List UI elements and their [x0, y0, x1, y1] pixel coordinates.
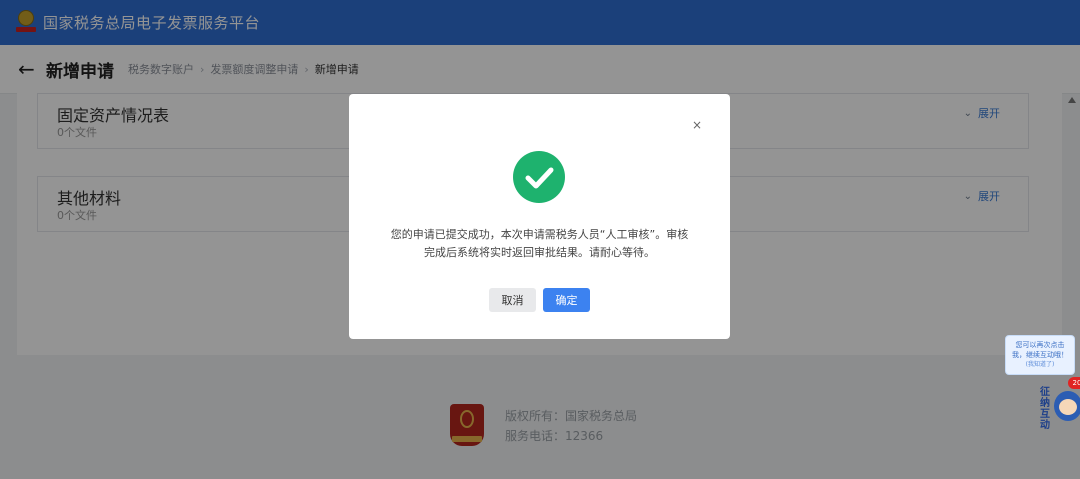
success-dialog: × 您的申请已提交成功，本次申请需税务人员“人工审核”。审核完成后系统将实时返回…: [349, 94, 730, 339]
confirm-button[interactable]: 确定: [543, 288, 590, 312]
close-icon[interactable]: ×: [692, 118, 702, 132]
notification-badge: 20: [1068, 377, 1080, 389]
cancel-button[interactable]: 取消: [489, 288, 536, 312]
assistant-widget[interactable]: 征纳互动 20: [1040, 377, 1080, 431]
tip-line-1: 您可以再次点击: [1015, 341, 1065, 349]
assistant-label: 征纳互动: [1040, 387, 1050, 431]
success-check-icon: [513, 151, 565, 203]
assistant-face: [1059, 399, 1077, 415]
tip-dismiss-link[interactable]: (我知道了): [1006, 360, 1074, 370]
dialog-message: 您的申请已提交成功，本次申请需税务人员“人工审核”。审核完成后系统将实时返回审批…: [390, 228, 689, 259]
assistant-tip-bubble[interactable]: 您可以再次点击 我，继续互动哦！ (我知道了): [1005, 335, 1075, 375]
tip-line-2: 我，继续互动哦！: [1012, 351, 1068, 359]
